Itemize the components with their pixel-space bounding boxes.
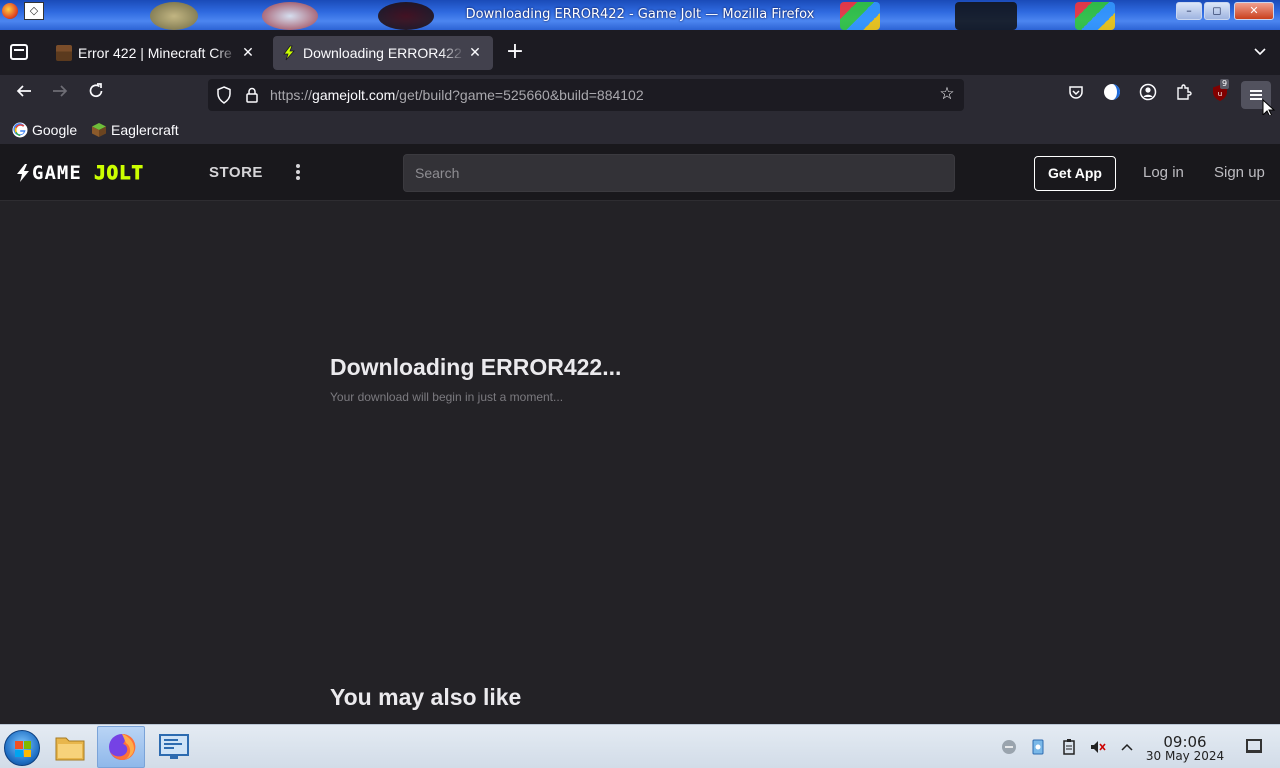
download-status-text: Your download will begin in just a momen… [330, 390, 564, 404]
firefox-icon [109, 733, 136, 760]
tab-strip: Error 422 | Minecraft Cre ✕ Downloading … [0, 30, 1280, 75]
forward-button[interactable] [46, 81, 74, 109]
svg-text:u: u [1218, 90, 1222, 98]
show-desktop-icon[interactable] [1246, 739, 1262, 753]
taskbar-file-manager[interactable] [46, 726, 94, 768]
more-options-icon[interactable] [292, 163, 304, 183]
address-bar[interactable]: https://gamejolt.com/get/build?game=5256… [208, 79, 964, 111]
notification-count-badge: 9 [1220, 79, 1230, 89]
clipboard-manager-icon[interactable] [1029, 738, 1047, 756]
chevron-down-icon[interactable] [1252, 43, 1268, 59]
bookmark-label: Eaglercraft [111, 122, 179, 138]
tab-close-icon[interactable]: ✕ [238, 43, 258, 63]
site-header: GAME JOLT STORE Get App Log in Sign up [0, 144, 1280, 201]
get-app-button[interactable]: Get App [1034, 156, 1116, 191]
search-input[interactable] [404, 155, 954, 191]
folder-icon [55, 737, 85, 761]
reload-icon [89, 83, 103, 98]
gamejolt-bolt-icon [17, 164, 29, 182]
extensions-puzzle-icon[interactable] [1172, 83, 1196, 107]
start-button[interactable] [4, 730, 40, 766]
pocket-icon[interactable] [1064, 83, 1088, 107]
logo-text: GAME JOLT [32, 162, 144, 185]
back-button[interactable] [10, 81, 38, 109]
navigation-toolbar: https://gamejolt.com/get/build?game=5256… [0, 75, 1280, 118]
reload-button[interactable] [82, 81, 110, 109]
account-icon[interactable] [1136, 83, 1160, 107]
logo-text-jolt: JOLT [94, 162, 144, 185]
signup-link[interactable]: Sign up [1214, 164, 1265, 181]
page-title: Downloading ERROR422... [330, 354, 622, 380]
url-path: /get/build?game=525660&build=884102 [395, 87, 644, 103]
bookmark-star-icon[interactable]: ☆ [936, 83, 958, 105]
eaglercraft-icon [92, 123, 106, 137]
tab-downloading[interactable]: Downloading ERROR422 ✕ [273, 36, 493, 70]
network-icon[interactable] [1000, 738, 1018, 756]
new-tab-button[interactable]: + [503, 41, 527, 65]
monitor-icon [159, 734, 189, 759]
tab-title: Error 422 | Minecraft Cre [78, 45, 232, 61]
tab-close-icon[interactable]: ✕ [465, 43, 485, 63]
bookmark-label: Google [32, 122, 78, 138]
url-host: gamejolt.com [312, 87, 396, 103]
chevron-up-icon[interactable] [1118, 738, 1136, 756]
back-arrow-icon [16, 85, 31, 97]
url-scheme: https:// [270, 87, 313, 103]
clock-date[interactable]: 30 May 2024 [1142, 749, 1228, 763]
windows-logo-icon [15, 741, 31, 757]
taskbar: 09:06 30 May 2024 [0, 724, 1280, 768]
gamejolt-favicon-icon [281, 45, 297, 61]
bookmark-eaglercraft[interactable]: Eaglercraft [91, 120, 179, 140]
dark-reader-extension-icon[interactable] [1100, 83, 1124, 107]
tab-minecraft-error[interactable]: Error 422 | Minecraft Cre ✕ [48, 36, 266, 70]
bookmarks-toolbar: Google Eaglercraft [0, 115, 1280, 144]
window-minimize-button[interactable]: – [1176, 2, 1202, 20]
window-maximize-button[interactable]: ◻ [1204, 2, 1230, 20]
bookmark-google[interactable]: Google [12, 120, 77, 140]
taskbar-system-monitor[interactable] [150, 726, 198, 768]
tab-title: Downloading ERROR422 [303, 45, 462, 61]
store-link[interactable]: STORE [209, 164, 263, 181]
site-search [403, 154, 955, 192]
taskbar-firefox[interactable] [97, 726, 145, 768]
minecraft-favicon-icon [56, 45, 72, 61]
url-text[interactable]: https://gamejolt.com/get/build?game=5256… [270, 87, 644, 103]
forward-arrow-icon [53, 85, 68, 97]
logo-text-game: GAME [32, 162, 82, 184]
main-content: Downloading ERROR422... Your download wi… [0, 202, 1280, 724]
window-close-button[interactable]: ✕ [1234, 2, 1274, 20]
ublock-origin-icon[interactable]: u 9 [1208, 79, 1232, 107]
login-link[interactable]: Log in [1143, 164, 1184, 181]
gamejolt-logo[interactable]: GAME JOLT [14, 162, 144, 185]
google-icon [12, 122, 28, 138]
tracking-protection-shield-icon[interactable] [216, 86, 232, 104]
lock-icon[interactable] [244, 86, 260, 104]
recommendations-heading: You may also like [330, 684, 522, 710]
battery-clipboard-icon[interactable] [1060, 738, 1078, 756]
volume-muted-icon[interactable] [1089, 738, 1107, 756]
window-title: Downloading ERROR422 - Game Jolt — Mozil… [465, 7, 815, 22]
window-titlebar: ◇ Downloading ERROR422 - Game Jolt — Moz… [0, 0, 1280, 30]
tab-list-icon[interactable] [10, 44, 28, 60]
